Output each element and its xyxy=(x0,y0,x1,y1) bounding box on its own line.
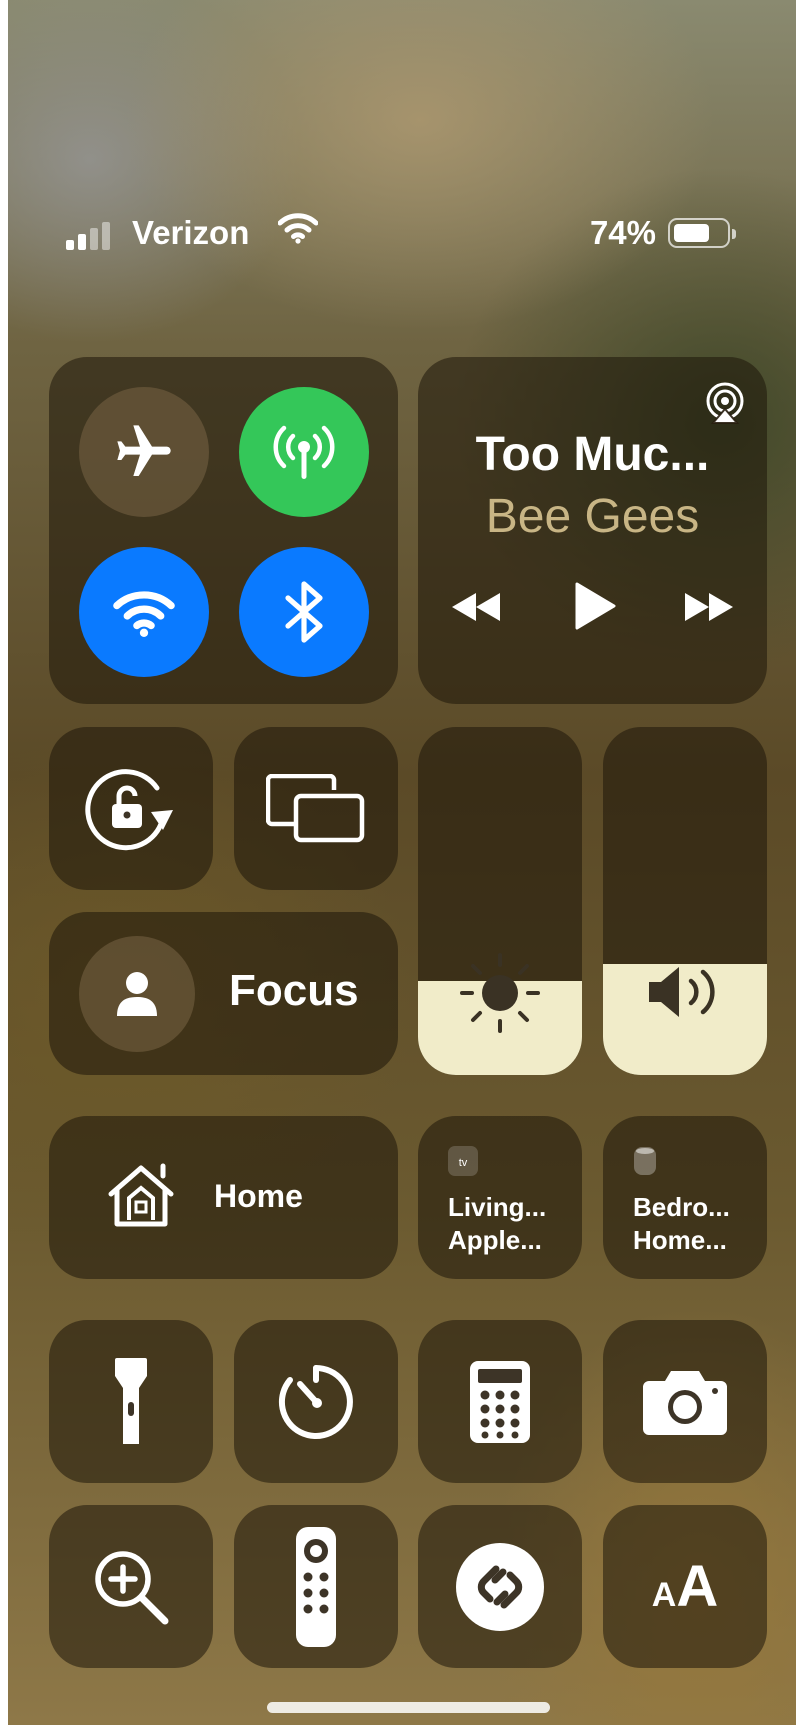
apple-tv-remote-button[interactable] xyxy=(234,1505,398,1668)
focus-icon-circle xyxy=(79,936,195,1052)
homepod-icon xyxy=(633,1146,657,1176)
next-track-button[interactable] xyxy=(683,589,735,625)
cellular-signal-icon xyxy=(66,218,114,250)
home-indicator[interactable] xyxy=(267,1702,550,1713)
accessory-type: Home... xyxy=(633,1225,727,1255)
orientation-lock-button[interactable] xyxy=(49,727,213,890)
speaker-icon xyxy=(647,963,727,1021)
airplane-mode-toggle[interactable] xyxy=(79,387,209,517)
brightness-slider[interactable] xyxy=(418,727,582,1075)
camera-icon xyxy=(643,1370,727,1435)
apple-tv-icon: tv xyxy=(448,1146,478,1176)
wifi-status-icon xyxy=(278,212,318,244)
accessory-name: Bedro... xyxy=(633,1192,730,1222)
left-frame-strip xyxy=(0,0,8,1725)
carrier-name: Verizon xyxy=(132,214,250,251)
airplay-audio-icon[interactable] xyxy=(703,381,747,425)
home-label: Home xyxy=(214,1178,303,1214)
now-playing-module[interactable]: Too Muc... Bee Gees xyxy=(418,357,767,704)
timer-button[interactable] xyxy=(234,1320,398,1483)
focus-button[interactable]: Focus xyxy=(49,912,398,1075)
accessory-name: Living... xyxy=(448,1192,547,1222)
track-title: Too Muc... xyxy=(475,428,710,481)
screen-mirroring-button[interactable] xyxy=(234,727,398,890)
accessory-type: Apple... xyxy=(448,1225,542,1255)
flashlight-button[interactable] xyxy=(49,1320,213,1483)
volume-slider[interactable] xyxy=(603,727,767,1075)
rotation-lock-icon xyxy=(85,768,173,850)
cellular-data-toggle[interactable] xyxy=(239,387,369,517)
shazam-button[interactable] xyxy=(418,1505,582,1668)
person-icon xyxy=(117,972,157,1016)
text-size-icon: AA xyxy=(651,1554,719,1619)
svg-text:tv: tv xyxy=(459,1157,468,1169)
magnifier-icon xyxy=(95,1550,169,1624)
track-artist: Bee Gees xyxy=(485,490,700,543)
magnifier-button[interactable] xyxy=(49,1505,213,1668)
text-size-button[interactable]: AA xyxy=(603,1505,767,1668)
accessory-living-room-apple-tv[interactable]: tv Living... Apple... xyxy=(418,1116,582,1279)
timer-icon xyxy=(278,1364,353,1439)
tv-remote-icon xyxy=(296,1526,336,1647)
previous-track-button[interactable] xyxy=(450,589,502,625)
screen-mirroring-icon xyxy=(266,773,365,842)
camera-button[interactable] xyxy=(603,1320,767,1483)
flashlight-icon xyxy=(115,1357,147,1444)
status-bar: Verizon 74% xyxy=(66,210,738,254)
battery-percentage: 74% xyxy=(589,214,656,251)
play-button[interactable] xyxy=(573,581,617,631)
battery-icon xyxy=(668,218,736,248)
home-button[interactable]: Home xyxy=(49,1116,398,1279)
sun-icon xyxy=(458,951,542,1035)
airplane-icon xyxy=(117,425,171,476)
antenna-icon xyxy=(273,425,335,479)
play-icon xyxy=(575,582,616,630)
wifi-icon xyxy=(113,591,175,637)
bluetooth-toggle[interactable] xyxy=(239,547,369,677)
shazam-icon xyxy=(456,1542,544,1631)
focus-label: Focus xyxy=(229,966,359,1015)
rewind-icon xyxy=(452,593,500,621)
wifi-toggle[interactable] xyxy=(79,547,209,677)
accessory-label: Bedro... Home... xyxy=(633,1191,730,1257)
calculator-icon xyxy=(470,1360,530,1443)
connectivity-module xyxy=(49,357,398,704)
bluetooth-icon xyxy=(285,581,323,643)
accessory-bedroom-homepod[interactable]: Bedro... Home... xyxy=(603,1116,767,1279)
home-icon xyxy=(101,1158,181,1230)
calculator-button[interactable] xyxy=(418,1320,582,1483)
fast-forward-icon xyxy=(685,593,733,621)
accessory-label: Living... Apple... xyxy=(448,1191,546,1257)
